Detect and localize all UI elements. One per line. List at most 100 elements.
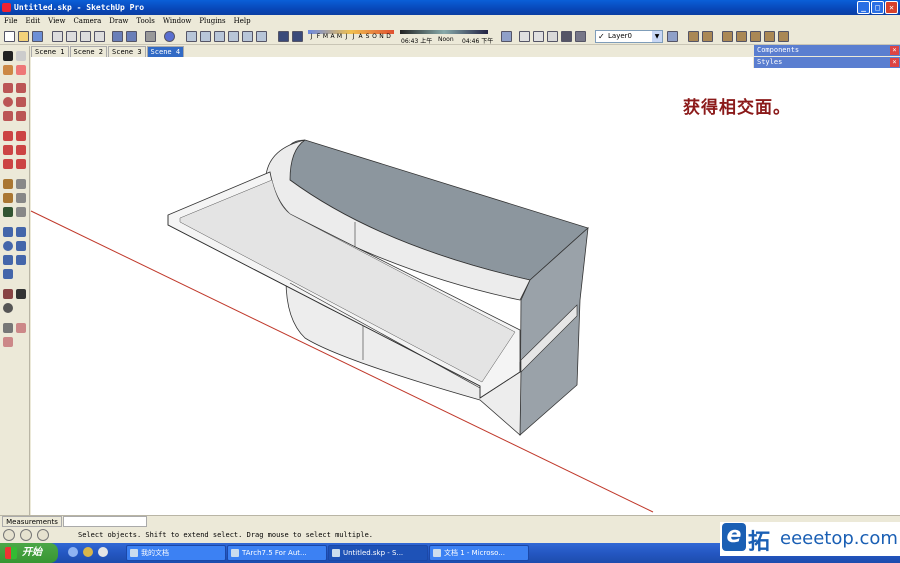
eraser-icon[interactable]	[16, 65, 26, 75]
menu-help[interactable]: Help	[234, 15, 251, 28]
shaded-icon[interactable]	[547, 31, 558, 42]
geolocation-icon[interactable]	[3, 529, 15, 541]
desktop-quicklaunch-icon[interactable]	[98, 547, 108, 557]
front-view-icon[interactable]	[214, 31, 225, 42]
sandbox-icon-5[interactable]	[750, 31, 761, 42]
cut-icon[interactable]	[52, 31, 63, 42]
back-view-icon[interactable]	[242, 31, 253, 42]
xray-icon[interactable]	[501, 31, 512, 42]
freehand-icon[interactable]	[16, 111, 26, 121]
orbit-icon[interactable]	[3, 227, 13, 237]
iso-view-icon[interactable]	[186, 31, 197, 42]
drawing-canvas-right[interactable]	[753, 68, 900, 515]
close-icon[interactable]: ×	[890, 58, 899, 67]
redo-icon[interactable]	[126, 31, 137, 42]
menu-window[interactable]: Window	[163, 15, 192, 28]
3d-text-icon[interactable]	[16, 207, 26, 217]
menu-view[interactable]: View	[48, 15, 65, 28]
zoom-window-icon[interactable]	[16, 241, 26, 251]
copy-icon[interactable]	[66, 31, 77, 42]
minimize-button[interactable]: _	[857, 1, 870, 14]
select-arrow-icon[interactable]	[3, 51, 13, 61]
menu-plugins[interactable]: Plugins	[199, 15, 225, 28]
start-button[interactable]: 开始	[0, 543, 58, 563]
close-button[interactable]: ✕	[885, 1, 898, 14]
open-folder-icon[interactable]	[18, 31, 29, 42]
sandbox-icon-2[interactable]	[702, 31, 713, 42]
dimension-icon[interactable]	[16, 179, 26, 189]
paste-icon[interactable]	[80, 31, 91, 42]
rotate-icon[interactable]	[3, 145, 13, 155]
move-icon[interactable]	[3, 131, 13, 141]
sandbox-icon-1[interactable]	[688, 31, 699, 42]
push-pull-icon[interactable]	[16, 131, 26, 141]
tape-measure-icon[interactable]	[3, 179, 13, 189]
previous-view-icon[interactable]	[3, 255, 13, 265]
right-view-icon[interactable]	[228, 31, 239, 42]
drawing-canvas[interactable]	[31, 57, 753, 515]
polygon-icon[interactable]	[3, 111, 13, 121]
section-cut-icon[interactable]	[3, 337, 13, 347]
tab-scene-4[interactable]: Scene 4	[146, 46, 185, 57]
protractor-icon[interactable]	[3, 193, 13, 203]
arc-icon[interactable]	[16, 97, 26, 107]
maximize-button[interactable]: □	[871, 1, 884, 14]
shadow-month-slider[interactable]: J F M A M J J A S O N D	[308, 30, 392, 43]
zoom-icon[interactable]	[3, 241, 13, 251]
undo-icon[interactable]	[112, 31, 123, 42]
help-icon[interactable]	[37, 529, 49, 541]
position-camera-icon[interactable]	[3, 289, 13, 299]
scale-icon[interactable]	[3, 159, 13, 169]
model-info-icon[interactable]	[164, 31, 175, 42]
section-plane-icon[interactable]	[3, 323, 13, 333]
components-panel-header[interactable]: Components ×	[754, 45, 900, 56]
erase-icon[interactable]	[94, 31, 105, 42]
next-view-icon[interactable]	[16, 255, 26, 265]
sandbox-icon-6[interactable]	[764, 31, 775, 42]
menu-draw[interactable]: Draw	[109, 15, 128, 28]
shadow-toggle-icon[interactable]	[278, 31, 289, 42]
section-display-icon[interactable]	[16, 323, 26, 333]
top-view-icon[interactable]	[200, 31, 211, 42]
tab-scene-1[interactable]: Scene 1	[31, 46, 69, 57]
taskbar-item-tarch[interactable]: TArch7.5 For Aut...	[227, 545, 327, 561]
line-icon[interactable]	[16, 83, 26, 93]
new-file-icon[interactable]	[4, 31, 15, 42]
pan-icon[interactable]	[16, 227, 26, 237]
left-view-icon[interactable]	[256, 31, 267, 42]
wireframe-icon[interactable]	[519, 31, 530, 42]
taskbar-item-documents[interactable]: 我的文档	[126, 545, 226, 561]
chevron-down-icon[interactable]: ▼	[652, 31, 662, 42]
walk-icon[interactable]	[16, 289, 26, 299]
paint-bucket-icon[interactable]	[3, 65, 13, 75]
menu-edit[interactable]: Edit	[25, 15, 40, 28]
hidden-line-icon[interactable]	[533, 31, 544, 42]
taskbar-item-sketchup[interactable]: Untitled.skp - S...	[328, 545, 428, 561]
sandbox-icon-7[interactable]	[778, 31, 789, 42]
close-icon[interactable]: ×	[890, 46, 899, 55]
look-around-icon[interactable]	[3, 303, 13, 313]
sandbox-icon-4[interactable]	[736, 31, 747, 42]
monochrome-icon[interactable]	[575, 31, 586, 42]
axes-icon[interactable]	[3, 207, 13, 217]
layer-dropdown[interactable]: ✓ Layer0 ▼	[595, 30, 663, 43]
taskbar-item-word[interactable]: 文档 1 - Microso...	[429, 545, 529, 561]
follow-me-icon[interactable]	[16, 145, 26, 155]
rectangle-icon[interactable]	[3, 83, 13, 93]
folder-quicklaunch-icon[interactable]	[83, 547, 93, 557]
save-icon[interactable]	[32, 31, 43, 42]
circle-icon[interactable]	[3, 97, 13, 107]
zoom-extents-icon[interactable]	[3, 269, 13, 279]
shaded-textures-icon[interactable]	[561, 31, 572, 42]
tab-scene-3[interactable]: Scene 3	[108, 46, 146, 57]
ie-quicklaunch-icon[interactable]	[68, 547, 78, 557]
print-icon[interactable]	[145, 31, 156, 42]
styles-panel-header[interactable]: Styles ×	[754, 57, 900, 68]
menu-file[interactable]: File	[4, 15, 17, 28]
shadow-settings-icon[interactable]	[292, 31, 303, 42]
make-component-icon[interactable]	[16, 51, 26, 61]
sandbox-icon-3[interactable]	[722, 31, 733, 42]
measurements-input[interactable]	[63, 516, 147, 527]
menu-tools[interactable]: Tools	[136, 15, 154, 28]
offset-icon[interactable]	[16, 159, 26, 169]
